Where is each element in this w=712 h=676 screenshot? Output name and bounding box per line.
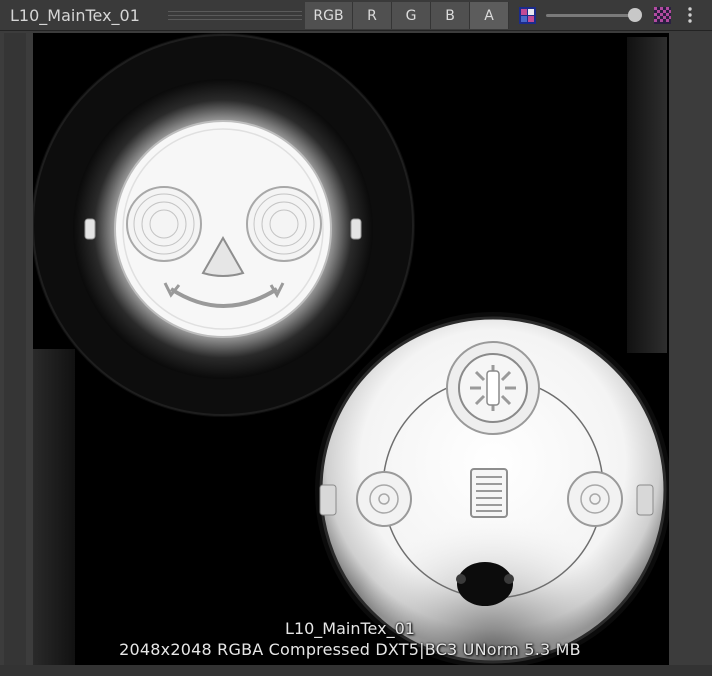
mip-level-slider[interactable]	[546, 14, 638, 17]
mip-slider-thumb[interactable]	[628, 8, 642, 22]
texture-title: L10_MainTex_01	[10, 6, 140, 25]
left-gutter	[4, 33, 26, 665]
channel-b-button[interactable]: B	[431, 2, 470, 29]
channel-a-button[interactable]: A	[470, 2, 509, 29]
low-mip-checker-icon	[519, 7, 536, 24]
texture-image	[33, 33, 669, 665]
drag-handle[interactable]	[168, 11, 302, 20]
more-menu-icon[interactable]	[682, 4, 698, 26]
channel-r-button[interactable]: R	[353, 2, 392, 29]
preview-toolbar: L10_MainTex_01 RGB R G B A	[0, 0, 712, 31]
texture-preview-viewport[interactable]: L10_MainTex_01 2048x2048 RGBA Compressed…	[0, 31, 712, 676]
bottom-scrollbar[interactable]	[0, 665, 712, 676]
channel-rgb-button[interactable]: RGB	[305, 2, 353, 29]
texture-name-label: L10_MainTex_01	[285, 619, 415, 638]
texture-details-label: 2048x2048 RGBA Compressed DXT5|BC3 UNorm…	[119, 640, 581, 659]
high-mip-checker-icon	[654, 7, 671, 24]
channel-g-button[interactable]: G	[392, 2, 431, 29]
